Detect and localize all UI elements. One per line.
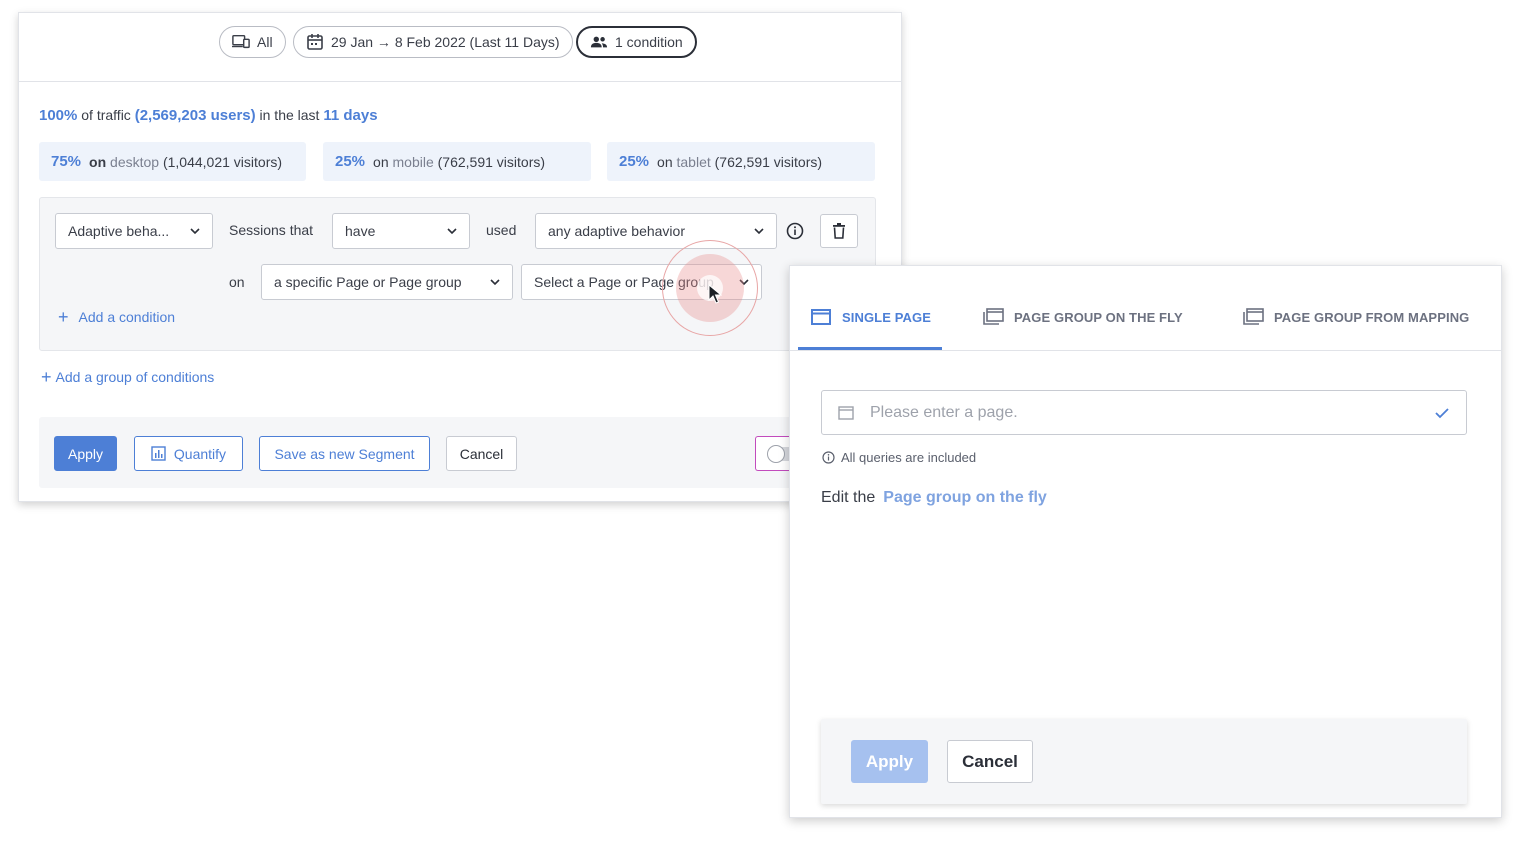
calendar-icon	[307, 34, 323, 50]
condition-type-select[interactable]: Adaptive beha...	[55, 213, 213, 249]
page-input-field[interactable]	[821, 390, 1467, 435]
tab-single-page[interactable]: SINGLE PAGE	[798, 309, 942, 350]
date-range-label: 29 Jan → 8 Feb 2022 (Last 11 Days)	[331, 34, 560, 50]
traffic-percent: 100%	[39, 107, 78, 124]
tab-page-group-from-mapping[interactable]: PAGE GROUP FROM MAPPING	[1242, 308, 1470, 350]
queries-note: All queries are included	[822, 450, 976, 465]
traffic-in-last-label: in the last	[259, 107, 320, 123]
page-input[interactable]	[870, 403, 1418, 422]
page-scope-select[interactable]: a specific Page or Page group	[261, 264, 513, 300]
apply-button[interactable]: Apply	[54, 436, 117, 471]
sessions-that-label: Sessions that	[229, 222, 314, 238]
window-icon	[811, 309, 831, 325]
add-condition-link[interactable]: + Add a condition	[58, 307, 176, 327]
tab-page-group-on-the-fly[interactable]: PAGE GROUP ON THE FLY	[982, 308, 1183, 350]
trash-icon	[833, 223, 845, 239]
edit-page-group-line: Edit the Page group on the fly	[821, 489, 1047, 507]
page-picker-tabs: SINGLE PAGE PAGE GROUP ON THE FLY PAGE G…	[790, 266, 1501, 351]
chevron-down-icon	[190, 228, 200, 235]
traffic-days: 11 days	[323, 107, 378, 124]
desktop-percent: 75%	[51, 153, 82, 170]
mobile-device-label: mobile	[392, 153, 434, 170]
date-range-pill[interactable]: 29 Jan → 8 Feb 2022 (Last 11 Days)	[293, 26, 573, 58]
verb-select[interactable]: have	[332, 213, 470, 249]
condition-type-value: Adaptive beha...	[68, 223, 170, 239]
tablet-stat: 25% on tablet (762,591 visitors)	[607, 142, 875, 181]
traffic-summary: 100% of traffic (2,569,203 users) in the…	[39, 107, 378, 124]
queries-note-text: All queries are included	[841, 450, 977, 465]
edit-prefix: Edit the	[821, 489, 876, 506]
info-icon[interactable]	[785, 221, 805, 241]
quantify-button[interactable]: Quantify	[134, 436, 243, 471]
mobile-on-label: on	[373, 153, 389, 170]
delete-condition-button[interactable]	[820, 214, 858, 248]
add-group-link[interactable]: + Add a group of conditions	[41, 367, 215, 387]
device-filter-pill[interactable]: All	[219, 26, 286, 58]
chevron-down-icon	[447, 228, 457, 235]
desktop-stat: 75% on desktop (1,044,021 visitors)	[39, 142, 306, 181]
save-segment-button[interactable]: Save as new Segment	[259, 436, 430, 471]
used-label: used	[486, 222, 517, 238]
desktop-on-label: on	[89, 153, 107, 170]
desktop-device-label: desktop	[110, 153, 160, 170]
mobile-stat: 25% on mobile (762,591 visitors)	[323, 142, 591, 181]
segment-editor-panel: All 29 Jan → 8 Feb 2022 (Last 11 Days) 1…	[18, 12, 902, 502]
on-label: on	[229, 274, 245, 290]
add-group-label: Add a group of conditions	[55, 369, 215, 385]
cancel-button[interactable]: Cancel	[446, 436, 517, 471]
chart-icon	[151, 446, 166, 461]
traffic-of-label: of traffic	[81, 107, 131, 123]
tab-page-group-from-mapping-label: PAGE GROUP FROM MAPPING	[1274, 310, 1470, 325]
filter-bar: All 29 Jan → 8 Feb 2022 (Last 11 Days) 1…	[19, 13, 901, 82]
page-picker-apply-button[interactable]: Apply	[851, 740, 928, 783]
chevron-down-icon	[754, 228, 764, 235]
tablet-device-label: tablet	[676, 153, 711, 170]
quantify-label: Quantify	[173, 445, 227, 462]
mobile-percent: 25%	[335, 153, 366, 170]
stacked-windows-icon	[1243, 308, 1264, 325]
behavior-select[interactable]: any adaptive behavior	[535, 213, 777, 249]
devices-icon	[232, 34, 250, 49]
device-filter-label: All	[257, 34, 273, 50]
chevron-down-icon	[490, 279, 500, 286]
traffic-users: (2,569,203 users)	[134, 107, 256, 124]
tablet-visitors: (762,591 visitors)	[714, 153, 823, 170]
verb-value: have	[345, 223, 376, 239]
page-group-on-the-fly-link[interactable]: Page group on the fly	[883, 489, 1047, 507]
tablet-percent: 25%	[619, 153, 650, 170]
conditions-label: 1 condition	[615, 34, 683, 50]
page-picker-panel: SINGLE PAGE PAGE GROUP ON THE FLY PAGE G…	[789, 265, 1502, 818]
plus-icon: +	[58, 307, 69, 327]
desktop-visitors: (1,044,021 visitors)	[162, 153, 283, 170]
plus-icon: +	[41, 367, 52, 387]
mouse-cursor-icon	[708, 284, 722, 304]
add-condition-label: Add a condition	[78, 309, 176, 325]
stacked-windows-icon	[983, 308, 1004, 325]
behavior-value: any adaptive behavior	[548, 223, 685, 239]
checkmark-icon	[1435, 407, 1449, 418]
users-icon	[590, 36, 608, 48]
page-picker-cancel-button[interactable]: Cancel	[947, 740, 1033, 783]
page-scope-value: a specific Page or Page group	[274, 274, 462, 290]
page-picker-action-bar: Apply Cancel	[821, 719, 1467, 804]
tab-single-page-label: SINGLE PAGE	[842, 310, 931, 325]
action-bar: Apply Quantify Save as new Segment Cance…	[39, 417, 876, 488]
conditions-pill[interactable]: 1 condition	[576, 26, 697, 58]
tab-page-group-on-the-fly-label: PAGE GROUP ON THE FLY	[1014, 310, 1183, 325]
tablet-on-label: on	[657, 153, 673, 170]
info-icon	[822, 451, 835, 464]
window-icon	[838, 405, 854, 420]
mobile-visitors: (762,591 visitors)	[437, 153, 546, 170]
